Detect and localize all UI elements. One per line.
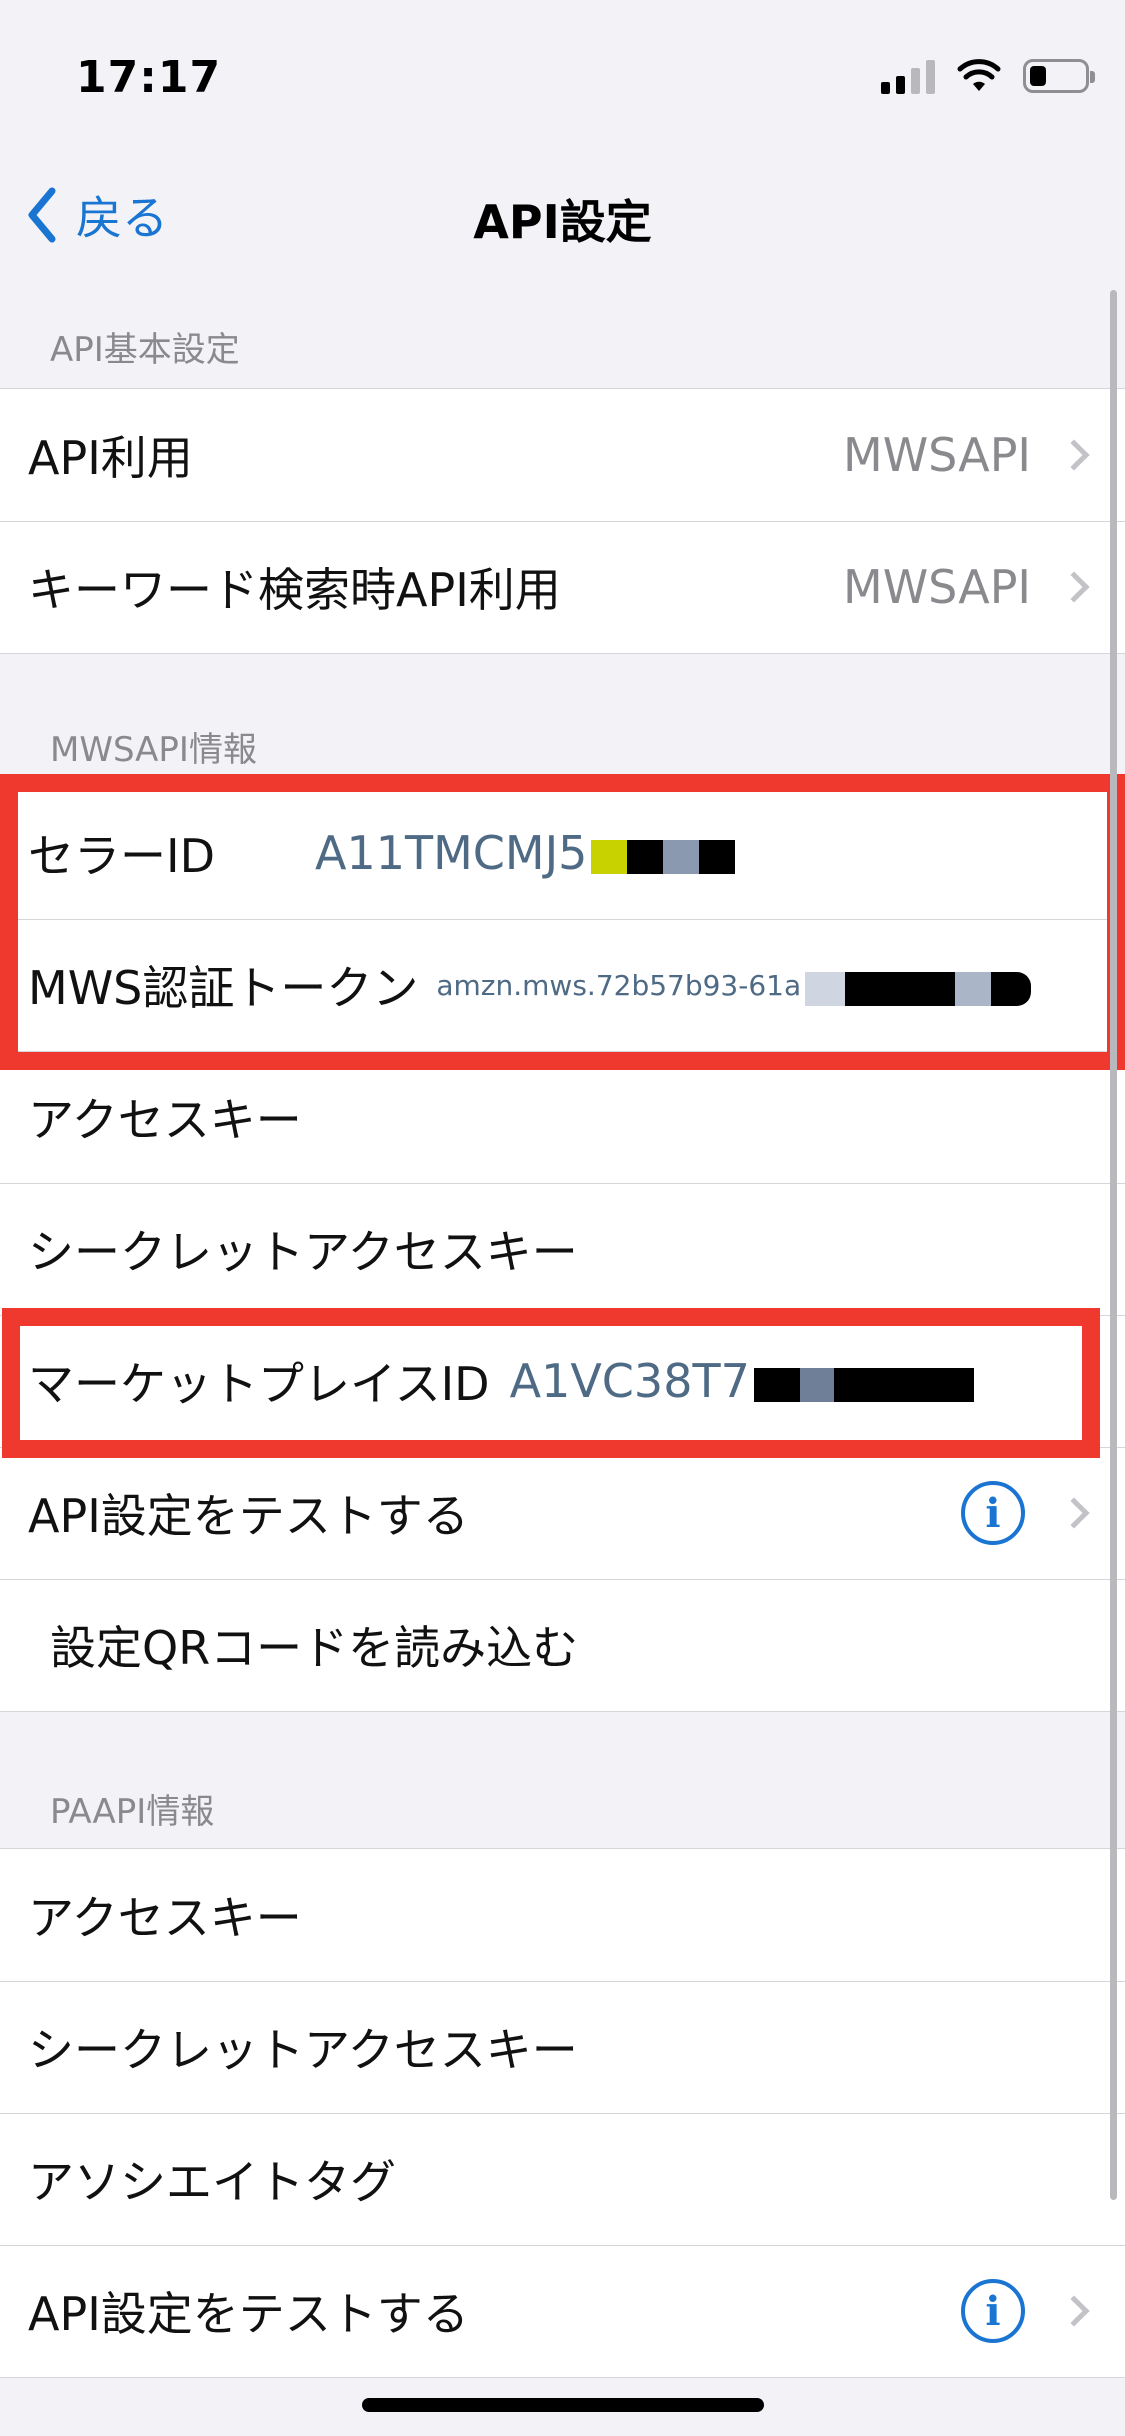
row-associate-tag[interactable]: アソシエイトタグ <box>0 2113 1125 2245</box>
scroll-indicator[interactable] <box>1110 290 1117 2200</box>
chevron-right-icon <box>1058 439 1090 471</box>
row-mws-token[interactable]: MWS認証トークン amzn.mws.72b57b93-61a <box>0 919 1125 1051</box>
row-test-api-settings[interactable]: API設定をテストする i <box>0 1447 1125 1579</box>
mws-token-value: amzn.mws.72b57b93-61a <box>436 968 802 1002</box>
info-icon[interactable]: i <box>961 2279 1025 2343</box>
row-label: アソシエイトタグ <box>28 2155 396 2209</box>
wifi-icon <box>957 59 1001 91</box>
row-label: シークレットアクセスキー <box>28 1225 578 1279</box>
row-label: セラーID <box>28 829 215 883</box>
redacted-block <box>753 1354 974 1408</box>
row-secret-access-key[interactable]: シークレットアクセスキー <box>0 1183 1125 1315</box>
section-header-api-basic: API基本設定 <box>50 330 240 370</box>
status-time: 17:17 <box>76 52 222 103</box>
navigation-bar: 戻る API設定 <box>0 160 1125 270</box>
row-value: MWSAPI <box>843 560 1031 614</box>
chevron-right-icon <box>1058 2295 1090 2327</box>
row-label: 設定QRコードを読み込む <box>50 1621 579 1675</box>
status-icons <box>881 58 1095 94</box>
row-read-qr-code[interactable]: 設定QRコードを読み込む <box>0 1579 1125 1711</box>
row-label: MWS認証トークン <box>28 961 419 1015</box>
row-label: API設定をテストする <box>28 1489 469 1543</box>
row-seller-id[interactable]: セラーID A11TMCMJ5 <box>0 787 1125 919</box>
group-api-basic: API利用 MWSAPI キーワード検索時API利用 MWSAPI <box>0 388 1125 654</box>
cellular-signal-icon <box>881 58 935 94</box>
chevron-right-icon <box>1058 571 1090 603</box>
chevron-right-icon <box>1058 1497 1090 1529</box>
row-label: API利用 <box>28 431 193 485</box>
row-paapi-access-key[interactable]: アクセスキー <box>0 1849 1125 1981</box>
row-marketplace-id[interactable]: マーケットプレイスID A1VC38T7 <box>0 1315 1125 1447</box>
group-mwsapi: セラーID A11TMCMJ5 MWS認証トークン amzn.mws.72b57… <box>0 786 1125 1712</box>
row-keyword-api-usage[interactable]: キーワード検索時API利用 MWSAPI <box>0 521 1125 653</box>
marketplace-id-value: A1VC38T7 <box>509 1354 750 1408</box>
row-paapi-test-api-settings[interactable]: API設定をテストする i <box>0 2245 1125 2377</box>
row-label: マーケットプレイスID <box>28 1357 490 1411</box>
row-label: キーワード検索時API利用 <box>28 563 561 617</box>
info-icon[interactable]: i <box>961 1481 1025 1545</box>
battery-icon <box>1023 59 1095 93</box>
screen: 17:17 戻る API設定 API基本設定 API利用 MWSAPI キーワー… <box>0 0 1125 2436</box>
seller-id-value: A11TMCMJ5 <box>315 826 588 880</box>
row-label: アクセスキー <box>28 1891 302 1945</box>
page-title: API設定 <box>473 195 652 249</box>
row-api-usage[interactable]: API利用 MWSAPI <box>0 389 1125 521</box>
redacted-block <box>591 826 736 880</box>
redacted-block <box>805 958 1032 1012</box>
status-bar: 17:17 <box>0 0 1125 150</box>
row-label: API設定をテストする <box>28 2287 469 2341</box>
section-header-paapi: PAAPI情報 <box>50 1792 215 1832</box>
row-label: アクセスキー <box>28 1093 302 1147</box>
row-paapi-secret-access-key[interactable]: シークレットアクセスキー <box>0 1981 1125 2113</box>
row-label: シークレットアクセスキー <box>28 2023 578 2077</box>
row-access-key[interactable]: アクセスキー <box>0 1051 1125 1183</box>
group-paapi: アクセスキー シークレットアクセスキー アソシエイトタグ API設定をテストする… <box>0 1848 1125 2378</box>
section-header-mwsapi: MWSAPI情報 <box>50 730 257 770</box>
home-indicator[interactable] <box>362 2398 764 2412</box>
row-value: MWSAPI <box>843 428 1031 482</box>
